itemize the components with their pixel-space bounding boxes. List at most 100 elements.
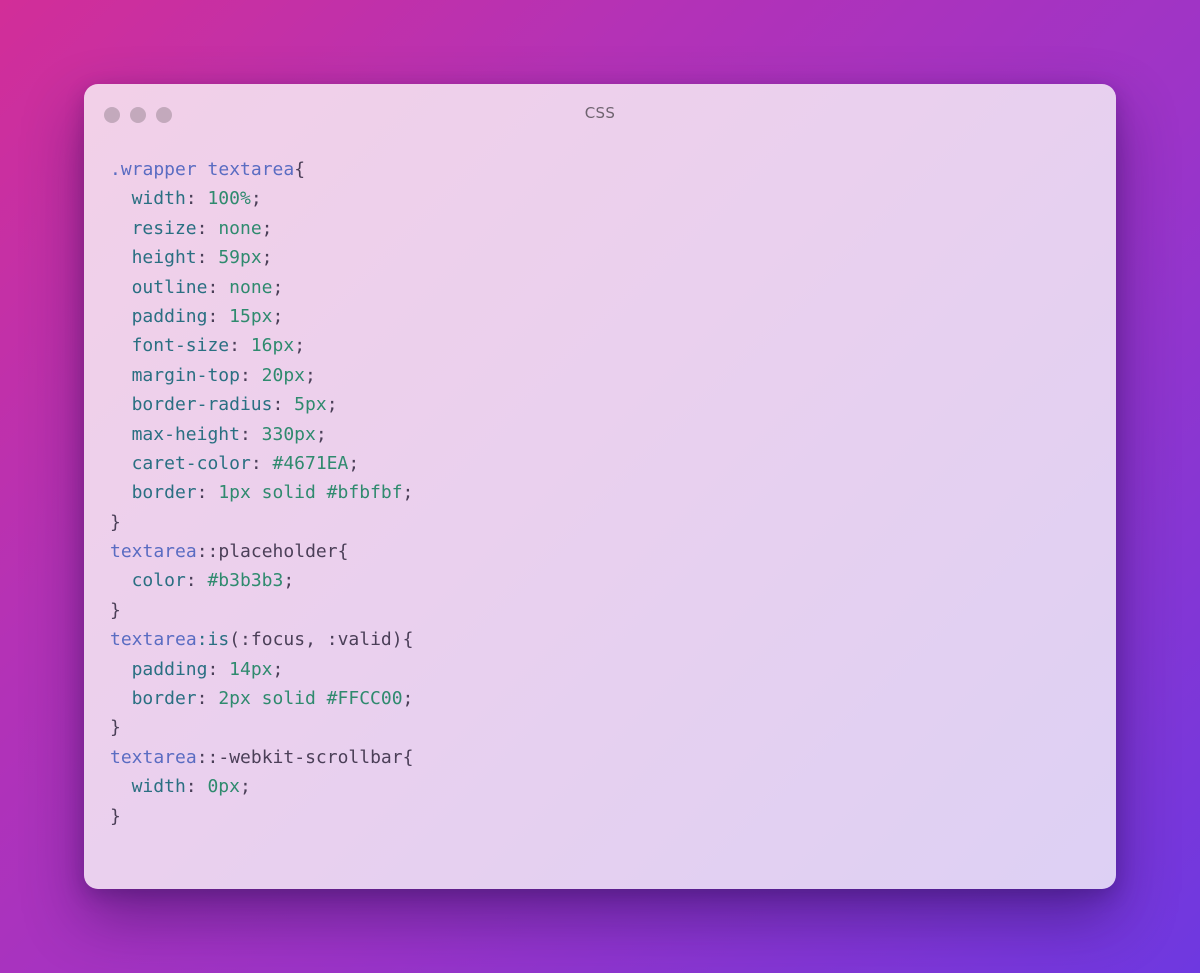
code-token-selector: textarea xyxy=(110,541,197,563)
code-line: } xyxy=(110,802,413,831)
code-token-punctuation: ; xyxy=(239,776,251,798)
code-token-punctuation: : xyxy=(196,217,219,239)
code-line: border-radius: 5px; xyxy=(110,390,413,419)
code-token-brace: } xyxy=(110,511,121,533)
code-token-punctuation: : xyxy=(196,247,219,269)
code-token-brace: } xyxy=(110,805,121,827)
code-line: width: 0px; xyxy=(110,772,413,801)
code-token-property: font-size xyxy=(131,335,230,357)
code-line: } xyxy=(110,508,413,537)
code-token-punctuation: ; xyxy=(402,688,414,710)
code-token-punctuation: : xyxy=(229,335,251,357)
code-token-brace: { xyxy=(402,746,414,768)
code-token-brace: } xyxy=(110,599,121,621)
code-window: CSS .wrapper textarea{width: 100%; resize… xyxy=(84,84,1116,889)
code-line: width: 100%; xyxy=(110,184,413,213)
code-token-punctuation: ; xyxy=(402,482,414,504)
code-line: outline: none; xyxy=(110,273,413,302)
code-token-property: border-radius xyxy=(131,394,273,416)
code-line: textarea:is(:focus, :valid){ xyxy=(110,625,413,654)
code-token-punctuation: ; xyxy=(272,305,284,327)
code-token-punctuation: ; xyxy=(272,276,284,298)
code-token-value: 0px xyxy=(207,776,240,798)
code-token-punctuation: : xyxy=(185,570,208,592)
code-token-punctuation: : xyxy=(239,423,262,445)
code-line: } xyxy=(110,713,413,742)
code-line: resize: none; xyxy=(110,214,413,243)
code-token-value: 16px xyxy=(250,335,295,357)
code-token-brace: { xyxy=(337,541,349,563)
code-line: } xyxy=(110,596,413,625)
code-token-property: border xyxy=(131,482,197,504)
code-token-punctuation: : xyxy=(207,276,230,298)
code-line: color: #b3b3b3; xyxy=(110,566,413,595)
code-token-punctuation: : xyxy=(272,394,295,416)
code-token-punctuation: : xyxy=(207,658,230,680)
code-line: border: 2px solid #FFCC00; xyxy=(110,684,414,713)
code-token-value: 330px xyxy=(261,423,316,445)
code-block: .wrapper textarea{width: 100%; resize: no… xyxy=(110,155,413,831)
code-token-punctuation: ; xyxy=(250,188,262,210)
code-token-property: padding xyxy=(131,305,208,327)
code-token-value: 20px xyxy=(261,364,306,386)
code-token-value: none xyxy=(218,217,262,239)
code-token-value: 1px solid #bfbfbf xyxy=(218,482,403,504)
code-token-punctuation: ; xyxy=(261,217,273,239)
code-token-property: width xyxy=(131,776,186,798)
code-token-value: 14px xyxy=(229,658,273,680)
code-token-value: 100% xyxy=(207,188,251,210)
code-token-pseudo-selector: ::-webkit-scrollbar xyxy=(196,746,403,768)
code-token-punctuation: ; xyxy=(272,658,284,680)
code-line: margin-top: 20px; xyxy=(110,361,413,390)
code-line: font-size: 16px; xyxy=(110,331,413,360)
code-token-selector: textarea xyxy=(110,746,197,768)
code-token-value: 59px xyxy=(218,247,262,269)
code-token-brace: } xyxy=(110,717,121,739)
code-line: height: 59px; xyxy=(110,243,413,272)
code-token-property: color xyxy=(131,570,186,592)
code-line: textarea::placeholder{ xyxy=(110,537,413,566)
code-token-punctuation: : xyxy=(207,305,230,327)
window-titlebar: CSS xyxy=(84,84,1116,146)
code-token-value: #b3b3b3 xyxy=(207,570,284,592)
code-token-brace: { xyxy=(402,629,414,651)
code-token-punctuation: : xyxy=(196,688,219,710)
code-token-selector: .wrapper textarea xyxy=(110,159,295,180)
code-line: padding: 14px; xyxy=(110,655,413,684)
code-token-property: width xyxy=(131,188,186,210)
code-token-property: padding xyxy=(131,658,208,680)
code-token-property: outline xyxy=(131,276,208,298)
code-token-pseudo-selector: (:focus, :valid) xyxy=(229,629,403,651)
window-title: CSS xyxy=(584,104,616,122)
code-token-value: 15px xyxy=(229,305,273,327)
code-token-punctuation: ; xyxy=(294,335,306,357)
code-token-property: :is xyxy=(196,629,230,651)
code-token-property: max-height xyxy=(131,423,240,445)
code-token-punctuation: : xyxy=(239,364,262,386)
code-token-punctuation: : xyxy=(185,188,208,210)
code-token-punctuation: : xyxy=(185,776,208,798)
code-token-pseudo-selector: ::placeholder xyxy=(196,541,338,563)
code-token-punctuation: : xyxy=(196,482,219,504)
code-token-property: border xyxy=(131,688,197,710)
code-token-property: resize xyxy=(131,217,197,239)
code-token-property: height xyxy=(131,247,197,269)
code-token-punctuation: ; xyxy=(348,452,360,474)
code-token-property: caret-color xyxy=(131,452,251,474)
code-token-punctuation: ; xyxy=(283,570,295,592)
code-line: .wrapper textarea{ xyxy=(110,155,413,184)
code-token-selector: textarea xyxy=(110,629,197,651)
code-line: textarea::-webkit-scrollbar{ xyxy=(110,743,413,772)
code-line: caret-color: #4671EA; xyxy=(110,449,413,478)
code-token-punctuation: ; xyxy=(261,247,273,269)
code-token-punctuation: ; xyxy=(305,364,316,386)
code-token-value: 5px xyxy=(294,394,327,416)
code-token-brace: { xyxy=(294,159,306,180)
code-token-property: margin-top xyxy=(131,364,240,386)
code-line: border: 1px solid #bfbfbf; xyxy=(110,478,414,507)
code-line: max-height: 330px; xyxy=(110,420,413,449)
code-token-punctuation: ; xyxy=(326,394,338,416)
code-line: padding: 15px; xyxy=(110,302,413,331)
code-token-value: #4671EA xyxy=(272,452,349,474)
code-token-punctuation: : xyxy=(250,452,273,474)
